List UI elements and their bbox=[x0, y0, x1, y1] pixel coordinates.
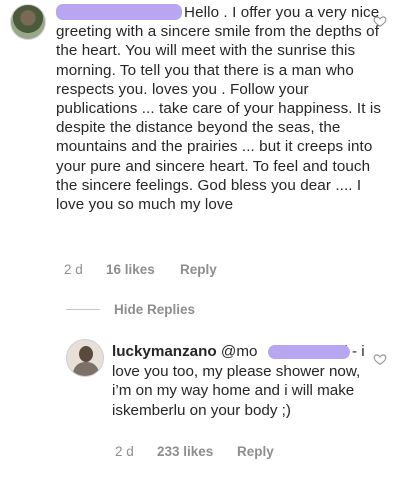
reply-meta: 2 d 233 likes Reply bbox=[115, 444, 274, 459]
comment-text: Hello . I offer you a very nice greeting… bbox=[56, 3, 391, 214]
commenter-avatar[interactable] bbox=[10, 4, 46, 40]
reply-likes[interactable]: 233 likes bbox=[157, 444, 237, 459]
reply-avatar[interactable] bbox=[66, 339, 104, 377]
heart-outline-icon[interactable] bbox=[373, 352, 387, 366]
reply-time: 2 d bbox=[115, 444, 134, 459]
divider-line bbox=[66, 309, 100, 310]
comment-meta: 2 d 16 likes Reply bbox=[64, 262, 217, 277]
redacted-mention bbox=[268, 345, 350, 359]
comment-text-content: Hello . I offer you a very nice greeting… bbox=[56, 4, 382, 214]
hide-replies-button[interactable]: Hide Replies bbox=[66, 302, 195, 317]
comment-reply-button[interactable]: Reply bbox=[180, 262, 217, 277]
reply-reply-button[interactable]: Reply bbox=[237, 444, 274, 459]
redacted-username bbox=[56, 4, 182, 20]
hide-replies-label: Hide Replies bbox=[114, 302, 196, 317]
avatar-head bbox=[79, 346, 93, 362]
avatar-body bbox=[73, 362, 99, 376]
reply-username[interactable]: luckymanzano bbox=[112, 343, 217, 360]
comment-likes[interactable]: 16 likes bbox=[106, 262, 180, 277]
comment-time: 2 d bbox=[64, 262, 83, 277]
reply-mention-start[interactable]: @mo bbox=[221, 343, 258, 360]
heart-outline-icon[interactable] bbox=[373, 14, 387, 28]
